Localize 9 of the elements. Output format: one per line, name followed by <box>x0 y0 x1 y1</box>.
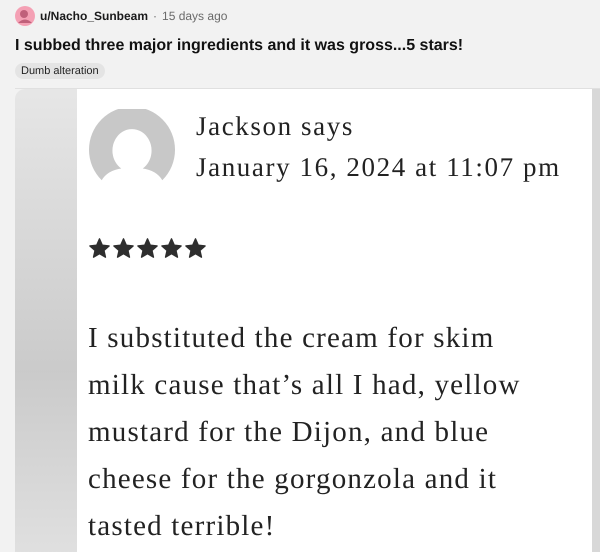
commenter-name: Jackson says <box>196 111 355 142</box>
separator-dot: · <box>153 9 158 23</box>
username[interactable]: u/Nacho_Sunbeam <box>40 9 148 23</box>
post-flair[interactable]: Dumb alteration <box>15 63 105 79</box>
post-title[interactable]: I subbed three major ingredients and it was gross...5 stars! <box>0 27 600 55</box>
user-avatar-icon[interactable] <box>15 6 35 26</box>
post-time: 15 days ago <box>162 9 228 23</box>
comment-date: January 16, 2024 at 11:07 pm <box>196 152 561 183</box>
comment-text: I substituted the cream for skim milk cause that’s all I had, yellow mustard for the Dijon, and blue cheese for the gorgonzola and it tasted terrible! <box>88 321 522 544</box>
